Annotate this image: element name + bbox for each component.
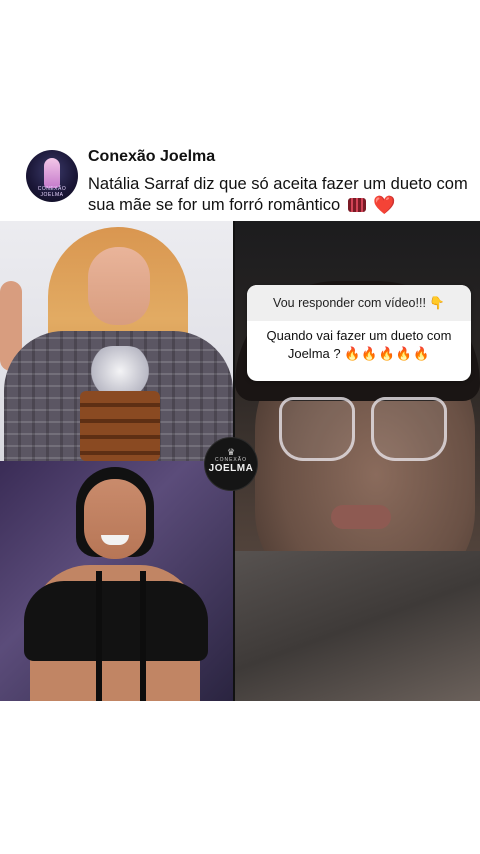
post-header: CONEXÃO JOELMA Conexão Joelma Natália Sa… <box>26 148 468 214</box>
sparkle-top <box>88 346 152 396</box>
lips <box>331 505 391 529</box>
post-caption: Natália Sarraf diz que só aceita fazer u… <box>88 174 468 216</box>
avatar-logo-text: CONEXÃO JOELMA <box>37 186 67 198</box>
fire-icons: 🔥🔥🔥🔥🔥 <box>344 346 431 361</box>
watermark-logo-center: ♛ CONEXÃO JOELMA <box>205 438 257 490</box>
avatar[interactable]: CONEXÃO JOELMA <box>26 150 78 202</box>
photo-top-left <box>0 221 233 461</box>
lanyard <box>96 571 146 701</box>
question-body: Quando vai fazer um dueto com Joelma ? 🔥… <box>247 321 471 363</box>
accordion-icon <box>347 198 366 212</box>
face <box>88 247 150 325</box>
crown-icon: ♛ <box>226 447 236 457</box>
avatar-figure <box>44 158 60 188</box>
face <box>84 479 146 559</box>
watermark-big-text: JOELMA <box>208 463 254 474</box>
heart-icon: ❤️ <box>373 195 396 215</box>
leather-corset <box>80 391 160 461</box>
blanket <box>235 551 480 701</box>
caption-text: Natália Sarraf diz que só aceita fazer u… <box>88 175 468 214</box>
photo-bottom-left <box>0 461 233 701</box>
post-image-collage[interactable]: ♛ CONEXÃO JOELMA Vou responder com vídeo… <box>0 221 480 701</box>
glasses-right-lens <box>371 397 447 461</box>
account-name[interactable]: Conexão Joelma <box>88 148 215 166</box>
glasses-left-lens <box>279 397 355 461</box>
question-reply-header: Vou responder com vídeo!!! 👇 <box>247 285 471 321</box>
story-question-sticker: Vou responder com vídeo!!! 👇 Quando vai … <box>247 285 471 381</box>
